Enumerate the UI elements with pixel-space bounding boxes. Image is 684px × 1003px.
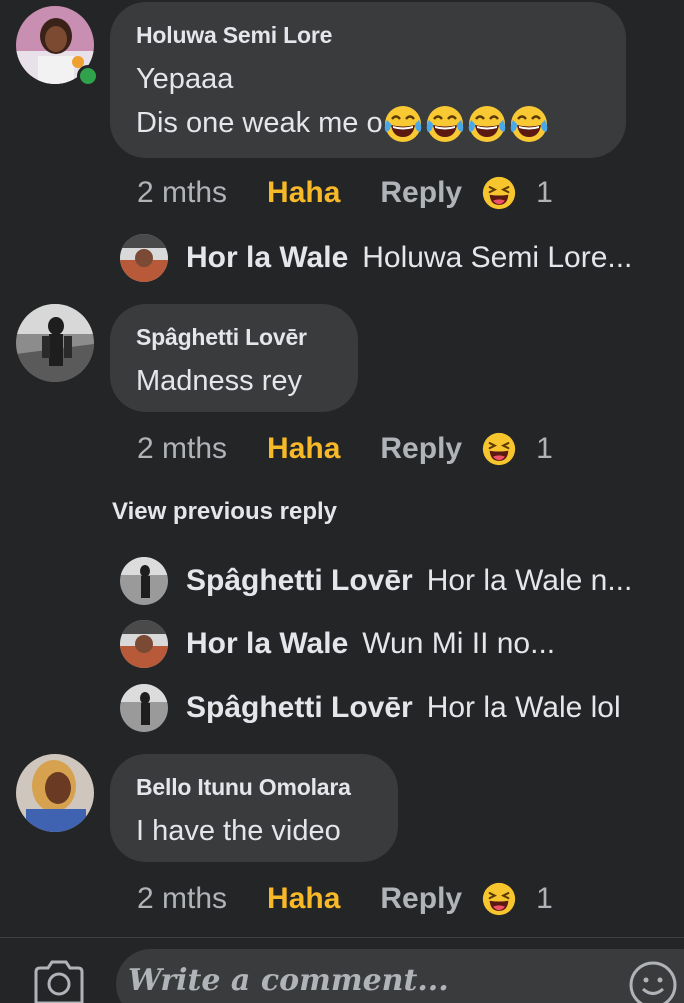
reply-avatar	[120, 557, 168, 605]
comment-text-line: Dis one weak me o	[136, 101, 600, 145]
avatar[interactable]	[16, 754, 94, 832]
reply-preview[interactable]: Hor la Wale Wun Mi II no...	[120, 620, 555, 668]
haha-reaction-icon[interactable]	[482, 176, 516, 210]
avatar[interactable]	[16, 304, 94, 382]
reply-author[interactable]: Spâghetti Lovēr	[186, 691, 413, 725]
online-status-indicator	[77, 65, 99, 87]
view-previous-reply-link[interactable]: View previous reply	[112, 498, 337, 526]
comment-time[interactable]: 2 mths	[137, 176, 227, 210]
comment-input[interactable]: Write a comment...	[116, 949, 684, 1003]
tears-of-joy-emoji-icon	[467, 104, 507, 144]
reaction-count[interactable]: 1	[536, 176, 553, 210]
reply-preview[interactable]: Spâghetti Lovēr Hor la Wale n...	[120, 557, 632, 605]
reply-author[interactable]: Hor la Wale	[186, 241, 348, 275]
comment-bubble[interactable]: Holuwa Semi Lore Yepaaa Dis one weak me …	[110, 2, 626, 158]
comment-actions: 2 mths Haha Reply 1	[137, 882, 553, 916]
tears-of-joy-emoji-icon	[425, 104, 465, 144]
comment-time[interactable]: 2 mths	[137, 882, 227, 916]
reply-button[interactable]: Reply	[380, 176, 462, 210]
camera-icon[interactable]	[32, 958, 86, 1003]
comment-actions: 2 mths Haha Reply 1	[137, 432, 553, 466]
reply-button[interactable]: Reply	[380, 432, 462, 466]
comment-input-placeholder: Write a comment...	[128, 963, 449, 998]
reply-text: Wun Mi II no...	[362, 627, 556, 660]
comment-author[interactable]: Spâghetti Lovēr	[136, 324, 332, 351]
reply-avatar	[120, 684, 168, 732]
reply-text: Hor la Wale n...	[426, 564, 633, 597]
haha-reaction-button[interactable]: Haha	[267, 882, 340, 916]
comment-actions: 2 mths Haha Reply 1	[137, 176, 553, 210]
smiley-icon[interactable]	[628, 960, 678, 1003]
comment-text-line: Yepaaa	[136, 63, 234, 95]
haha-reaction-icon[interactable]	[482, 432, 516, 466]
reply-author[interactable]: Hor la Wale	[186, 627, 348, 661]
comment-text: Madness rey	[136, 365, 303, 397]
reply-avatar	[120, 234, 168, 282]
comment-author[interactable]: Holuwa Semi Lore	[136, 22, 600, 49]
comment-text: I have the video	[136, 815, 341, 847]
reply-avatar	[120, 620, 168, 668]
comment-author[interactable]: Bello Itunu Omolara	[136, 774, 372, 801]
comment-bubble[interactable]: Spâghetti Lovēr Madness rey	[110, 304, 358, 412]
reply-author[interactable]: Spâghetti Lovēr	[186, 564, 413, 598]
tears-of-joy-emoji-icon	[383, 104, 423, 144]
tears-of-joy-emoji-icon	[509, 104, 549, 144]
reply-text: Hor la Wale lol	[426, 691, 621, 724]
reply-preview[interactable]: Spâghetti Lovēr Hor la Wale lol	[120, 684, 621, 732]
comment-time[interactable]: 2 mths	[137, 432, 227, 466]
reaction-count[interactable]: 1	[536, 882, 553, 916]
comment-bubble[interactable]: Bello Itunu Omolara I have the video	[110, 754, 398, 862]
reply-preview[interactable]: Hor la Wale Holuwa Semi Lore...	[120, 234, 632, 282]
haha-reaction-button[interactable]: Haha	[267, 432, 340, 466]
reaction-count[interactable]: 1	[536, 432, 553, 466]
haha-reaction-icon[interactable]	[482, 882, 516, 916]
reply-button[interactable]: Reply	[380, 882, 462, 916]
tears-of-joy-emoji-row	[383, 104, 549, 144]
reply-text: Holuwa Semi Lore...	[362, 241, 633, 274]
haha-reaction-button[interactable]: Haha	[267, 176, 340, 210]
